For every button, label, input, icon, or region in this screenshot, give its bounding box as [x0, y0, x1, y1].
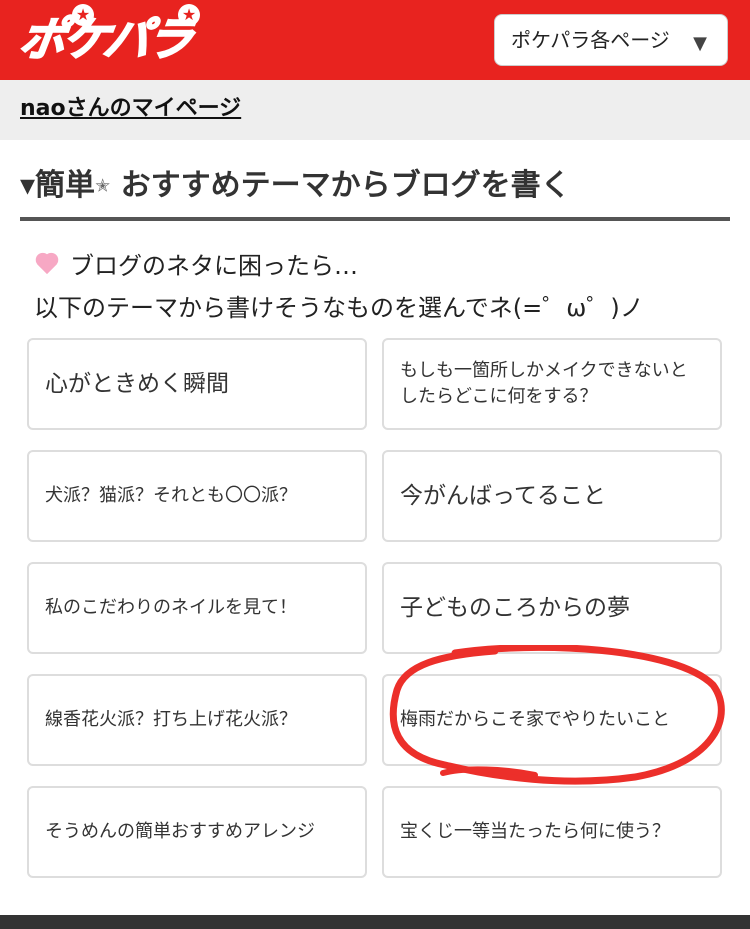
- theme-button[interactable]: 子どものころからの夢: [382, 562, 722, 654]
- theme-button[interactable]: 犬派？猫派？それとも〇〇派？: [27, 450, 367, 542]
- theme-label: 宝くじ一等当たったら何に使う？: [400, 821, 670, 842]
- theme-button[interactable]: もしも一箇所しかメイクできないとしたらどこに何をする？: [382, 338, 722, 430]
- theme-label: 線香花火派？打ち上げ花火派？: [45, 709, 297, 730]
- logo-star-icon: ★: [178, 4, 200, 26]
- header-bar: ポケパラ ★ ★ ポケパラ各ページ ▼: [0, 0, 750, 80]
- intro-line-2: 以下のテーマから書けそうなものを選んでネ(=゜ω゜)ノ: [34, 294, 644, 322]
- section-title: ▾簡単✭ おすすめテーマからブログを書く: [20, 166, 571, 207]
- footer-bar: [0, 915, 750, 929]
- theme-label: 犬派？猫派？それとも〇〇派？: [45, 485, 297, 506]
- theme-button[interactable]: 心がときめく瞬間: [27, 338, 367, 430]
- page-select-label: ポケパラ各ページ: [511, 28, 670, 52]
- theme-button[interactable]: 梅雨だからこそ家でやりたいこと: [382, 674, 722, 766]
- heart-icon: [34, 254, 60, 276]
- mypage-bar: naoさんのマイページ: [0, 80, 750, 140]
- intro-text-1: ブログのネタに困ったら…: [70, 252, 358, 280]
- star-icon: ✭: [95, 175, 111, 197]
- logo-text: ポケパラ: [15, 11, 195, 67]
- theme-button[interactable]: 今がんばってること: [382, 450, 722, 542]
- pokepara-logo[interactable]: ポケパラ: [15, 10, 195, 68]
- theme-label: 私のこだわりのネイルを見て！: [45, 597, 297, 618]
- page-select-dropdown[interactable]: ポケパラ各ページ ▼: [494, 14, 728, 66]
- theme-label: 今がんばってること: [400, 483, 606, 509]
- theme-button[interactable]: 線香花火派？打ち上げ花火派？: [27, 674, 367, 766]
- mypage-link[interactable]: naoさんのマイページ: [20, 94, 241, 124]
- section-title-lead: ▾簡単: [20, 168, 96, 203]
- section-title-text: おすすめテーマからブログを書く: [110, 168, 571, 203]
- theme-button[interactable]: そうめんの簡単おすすめアレンジ: [27, 786, 367, 878]
- logo-star-icon: ★: [72, 4, 94, 26]
- theme-label: 心がときめく瞬間: [45, 371, 229, 397]
- theme-label: そうめんの簡単おすすめアレンジ: [45, 821, 315, 842]
- theme-label: もしも一箇所しかメイクできないとしたらどこに何をする？: [400, 360, 688, 407]
- theme-button[interactable]: 私のこだわりのネイルを見て！: [27, 562, 367, 654]
- theme-button[interactable]: 宝くじ一等当たったら何に使う？: [382, 786, 722, 878]
- theme-label: 梅雨だからこそ家でやりたいこと: [400, 709, 670, 730]
- intro-line-1: ブログのネタに困ったら…: [34, 250, 358, 282]
- title-divider: [20, 217, 730, 221]
- chevron-down-icon: ▼: [693, 33, 707, 54]
- theme-label: 子どものころからの夢: [400, 595, 630, 621]
